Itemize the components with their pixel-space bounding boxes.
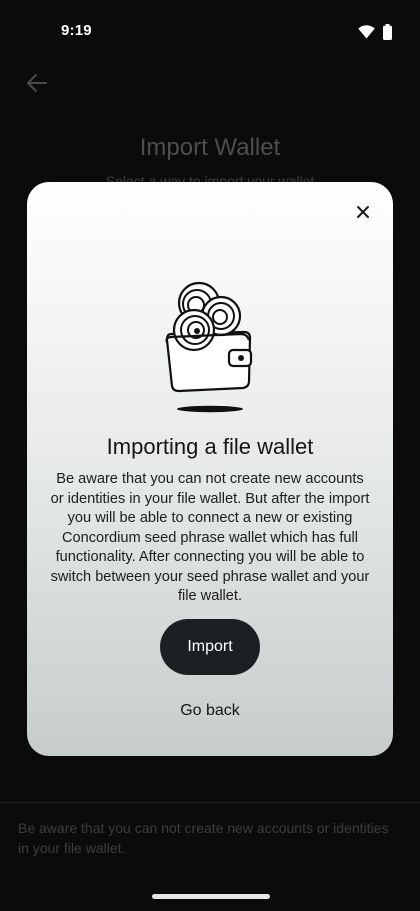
import-file-wallet-dialog: Importing a file wallet Be aware that yo… — [27, 182, 393, 756]
dialog-title: Importing a file wallet — [106, 434, 314, 459]
divider — [0, 802, 420, 803]
status-time: 9:19 — [61, 22, 92, 39]
dialog-body: Be aware that you can not create new acc… — [50, 471, 370, 604]
go-back-button[interactable]: Go back — [27, 702, 393, 720]
back-arrow-icon[interactable] — [24, 70, 50, 96]
home-indicator[interactable] — [152, 894, 270, 899]
wallet-with-coins-illustration — [159, 270, 261, 414]
page-title: Import Wallet — [139, 134, 281, 161]
wifi-icon — [358, 25, 375, 44]
status-bar: 9:19 — [0, 0, 420, 64]
footer-note: Be aware that you can not create new acc… — [18, 820, 389, 856]
battery-icon — [383, 24, 392, 45]
status-icons — [358, 24, 392, 45]
close-icon[interactable] — [353, 202, 373, 222]
import-button[interactable]: Import — [160, 619, 260, 675]
